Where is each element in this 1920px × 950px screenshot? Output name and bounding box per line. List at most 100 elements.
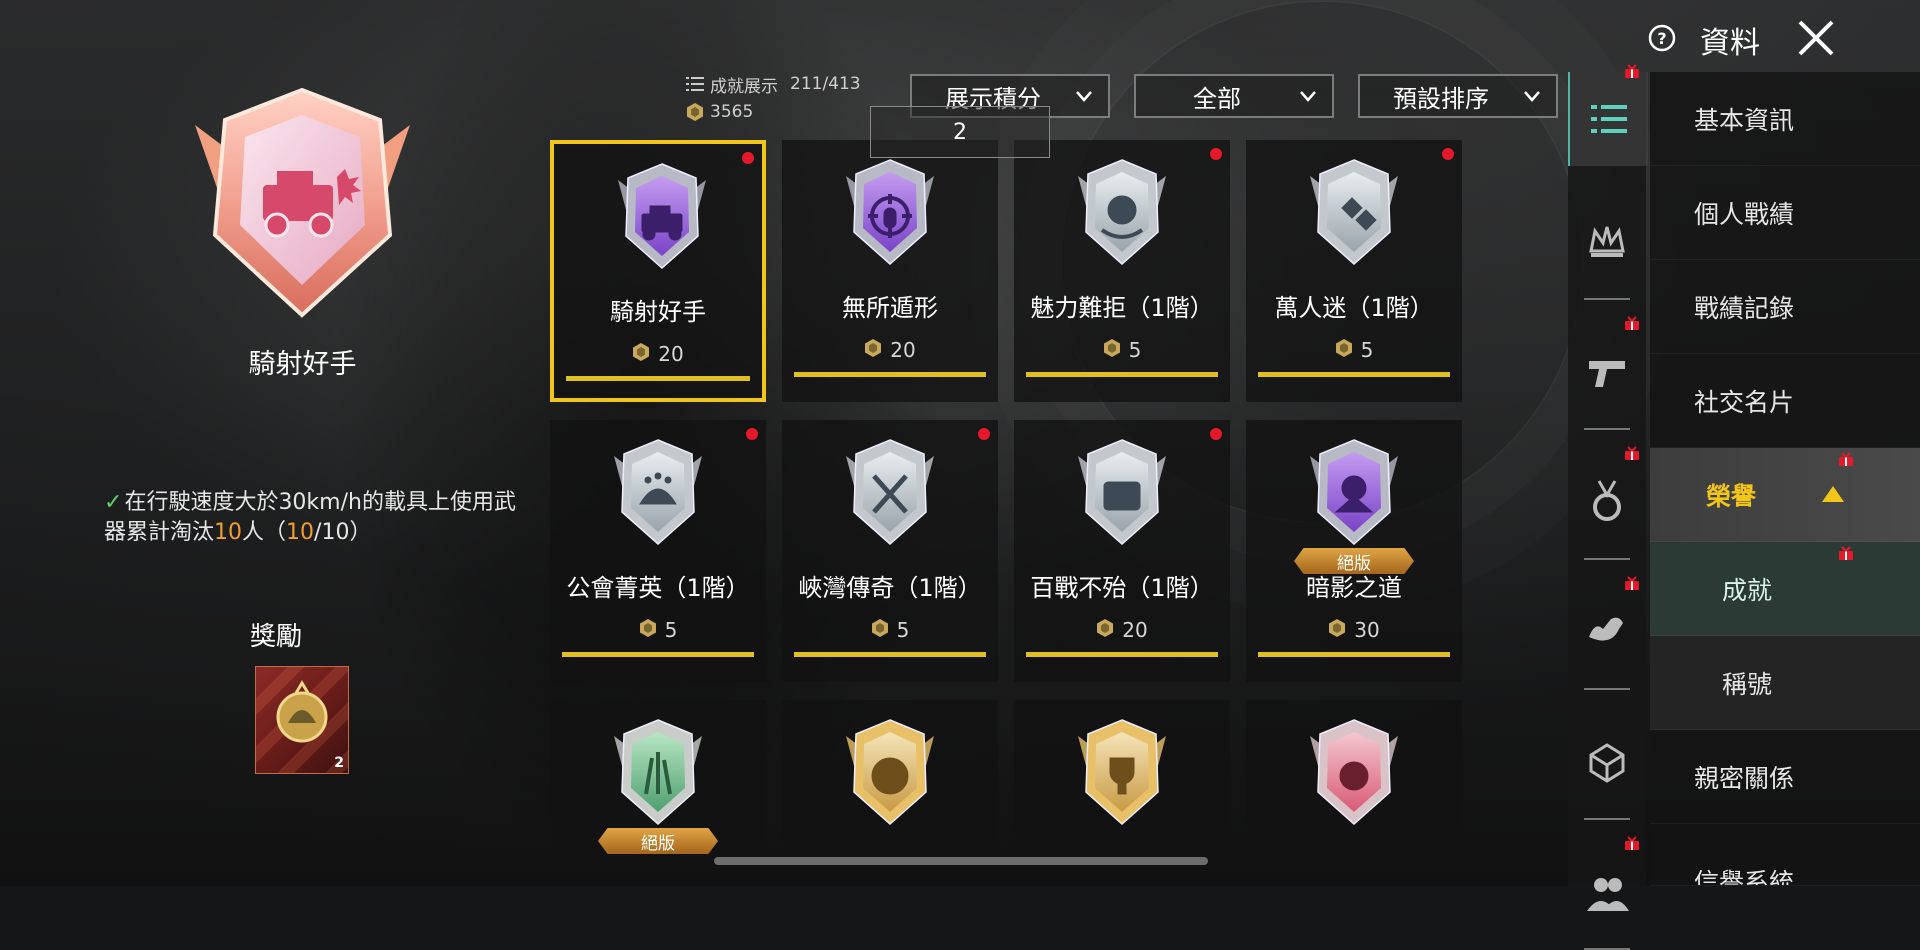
achievement-card[interactable]: 騎射好手 20 [550, 140, 766, 402]
achievement-points-value: 20 [658, 342, 684, 366]
selected-achievement-badge [175, 85, 430, 320]
achievement-card[interactable]: 萬人迷（1階） 5 [1246, 140, 1462, 402]
achievement-points: 20 [1014, 618, 1230, 642]
achievement-name: 暗影之道 [1306, 574, 1402, 602]
check-icon: ✓ [104, 490, 123, 515]
rail-muscle-tab[interactable] [1568, 584, 1646, 678]
menu-battle-records[interactable]: 戰績記錄 [1650, 260, 1920, 354]
rail-divider [1584, 428, 1630, 430]
achievement-card[interactable]: 魅力難拒（1階） 5 [1014, 140, 1230, 402]
new-indicator-dot [742, 152, 754, 164]
rp-hand-icon [1072, 158, 1172, 268]
menu-personal-stats[interactable]: 個人戰績 [1650, 166, 1920, 260]
points-coin-icon [1096, 618, 1114, 642]
category-filter-label: 全部 [1193, 84, 1241, 113]
achievement-name: 百戰不殆（1階） [1030, 574, 1214, 602]
achievement-card[interactable]: 峽灣傳奇（1階） 5 [782, 420, 998, 682]
rail-crown-tab[interactable] [1568, 194, 1646, 288]
achievement-points: 5 [1246, 338, 1462, 362]
quantity-tooltip: 2 [870, 106, 1050, 158]
achievement-name: 騎射好手 [610, 298, 706, 326]
achievement-name: 萬人迷（1階） [1274, 294, 1434, 322]
rail-divider [1584, 558, 1630, 560]
pistol-icon [1589, 361, 1625, 387]
gear-emblem-icon [1304, 718, 1404, 828]
friends-icon [1587, 878, 1629, 911]
stats-label: 成就展示 [710, 76, 778, 97]
rail-divider [1584, 688, 1630, 690]
progress-bar [562, 652, 754, 657]
box-icon [1589, 743, 1625, 783]
list-icon [686, 77, 704, 91]
side-menu: 基本資訊 個人戰績 戰績記錄 社交名片 榮譽 成就 稱號 親密關係 信譽系統 [1650, 72, 1920, 886]
gift-icon [1839, 452, 1853, 466]
gift-icon [1625, 836, 1639, 850]
rp-badge-icon [1072, 438, 1172, 548]
rail-pistol-tab[interactable] [1568, 324, 1646, 418]
achievement-card[interactable] [1014, 700, 1230, 855]
achievement-card[interactable]: 公會菁英（1階） 5 [550, 420, 766, 682]
achievement-points-value: 20 [890, 338, 916, 362]
menu-social-card[interactable]: 社交名片 [1650, 354, 1920, 448]
new-indicator-dot [746, 428, 758, 440]
new-indicator-dot [1210, 148, 1222, 160]
rail-medal-tab[interactable] [1568, 454, 1646, 548]
category-filter-dropdown[interactable]: 全部 [1134, 74, 1334, 118]
progress-bar [794, 372, 986, 377]
achievement-card[interactable] [782, 700, 998, 855]
achievement-points: 30 [1246, 618, 1462, 642]
close-icon[interactable] [1796, 18, 1836, 58]
selected-achievement-name: 騎射好手 [248, 349, 357, 380]
gift-icon [1625, 576, 1639, 590]
jeep-icon [612, 162, 712, 272]
achievement-card[interactable]: 百戰不殆（1階） 20 [1014, 420, 1230, 682]
stats-points: 3565 [710, 102, 754, 122]
crossed-swords-icon [840, 438, 940, 548]
ninja-icon [1304, 438, 1404, 548]
points-coin-icon [687, 103, 703, 121]
grid-scrollbar[interactable] [714, 857, 1208, 865]
rail-list-tab[interactable] [1568, 72, 1648, 166]
menu-titles[interactable]: 稱號 [1650, 636, 1920, 730]
new-indicator-dot [1442, 148, 1454, 160]
menu-achievements-label: 成就 [1722, 575, 1773, 605]
stats-count: 211/413 [790, 74, 861, 94]
help-icon[interactable]: ? [1648, 24, 1676, 52]
svg-text:?: ? [1657, 29, 1666, 48]
achievement-points-value: 5 [664, 618, 678, 642]
limited-label: 絕版 [598, 828, 718, 854]
rail-divider [1584, 298, 1630, 300]
achievement-name: 公會菁英（1階） [566, 574, 750, 602]
points-coin-icon [864, 338, 882, 362]
achievement-card[interactable]: 無所遁形 20 [782, 140, 998, 402]
sort-order-dropdown[interactable]: 預設排序 [1358, 74, 1558, 118]
rail-box-tab[interactable] [1568, 714, 1646, 808]
achievement-card[interactable] [1246, 700, 1462, 855]
menu-intimacy[interactable]: 親密關係 [1650, 730, 1920, 824]
progress-bar [1258, 372, 1450, 377]
achievement-name: 魅力難拒（1階） [1030, 294, 1214, 322]
achievement-name: 峽灣傳奇（1階） [798, 574, 982, 602]
menu-partial-item[interactable]: 信譽系統 [1650, 824, 1920, 886]
achievement-card[interactable]: 絕版 暗影之道 30 [1246, 420, 1462, 682]
progress-current: 10 [286, 520, 315, 545]
menu-achievements[interactable]: 成就 [1650, 542, 1920, 636]
menu-basic-info[interactable]: 基本資訊 [1650, 72, 1920, 166]
gift-icon [1625, 316, 1639, 330]
achievement-points-value: 5 [1360, 338, 1374, 362]
points-coin-icon [1335, 338, 1353, 362]
achievement-card[interactable]: 絕版 [550, 700, 766, 855]
gift-icon [1625, 446, 1639, 460]
helmet-stars-icon [608, 438, 708, 548]
menu-partial-label: 信譽系統 [1694, 868, 1795, 886]
menu-honor-label: 榮譽 [1706, 481, 1757, 511]
grass-icon [608, 718, 708, 828]
description-count: 10 [214, 520, 243, 545]
crosshair-bullet-icon [840, 158, 940, 268]
rail-friends-tab[interactable] [1568, 844, 1646, 938]
gift-icon [1839, 546, 1853, 560]
achievement-points-value: 20 [1122, 618, 1148, 642]
trophy-icon [1072, 718, 1172, 828]
reward-item[interactable]: 2 [255, 666, 349, 774]
menu-honor[interactable]: 榮譽 [1650, 448, 1920, 542]
